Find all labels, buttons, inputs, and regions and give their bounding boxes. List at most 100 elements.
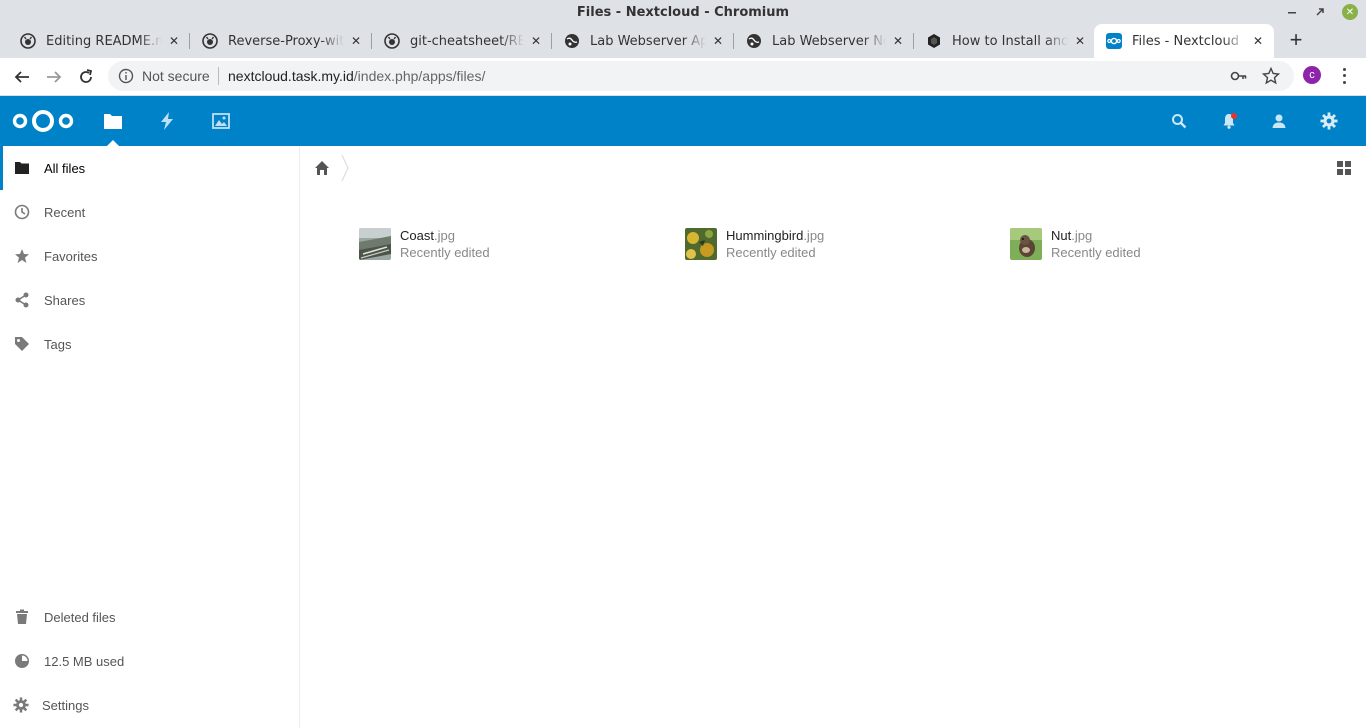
file-thumbnail: [1010, 228, 1042, 260]
tab-label: git-cheatsheet/README: [410, 33, 524, 49]
omnibox-divider: [218, 67, 219, 85]
url-text[interactable]: nextcloud.task.my.id/index.php/apps/file…: [228, 68, 485, 84]
folder-icon: [0, 146, 44, 190]
tab-close-icon[interactable]: ✕: [710, 33, 726, 49]
share-icon: [0, 278, 44, 322]
profile-avatar[interactable]: c: [1303, 66, 1321, 84]
recent-file-coast[interactable]: Coast.jpg Recently edited: [359, 228, 639, 262]
file-extension: .jpg: [433, 228, 455, 243]
maximize-icon[interactable]: [1312, 4, 1328, 20]
globe-icon: [564, 33, 580, 49]
notifications-icon[interactable]: [1204, 96, 1254, 146]
files-app-icon[interactable]: [86, 96, 140, 146]
sidebar-item-all-files[interactable]: All files: [0, 146, 299, 190]
recent-file-nut[interactable]: Nut.jpg Recently edited: [1010, 228, 1290, 262]
file-name: Coast.jpg: [400, 228, 455, 243]
notification-badge: [1231, 113, 1237, 119]
github-icon: [384, 33, 400, 49]
tab-label: Lab Webserver Apache: [590, 33, 706, 49]
sidebar-item-shares[interactable]: Shares: [0, 278, 299, 322]
pie-chart-icon: [0, 639, 44, 683]
back-icon[interactable]: [10, 65, 34, 89]
file-basename: Hummingbird: [726, 228, 804, 243]
tag-icon: [0, 322, 44, 366]
file-basename: Nut: [1051, 228, 1072, 243]
file-extension: .jpg: [803, 228, 825, 243]
new-tab-icon[interactable]: +: [1286, 29, 1306, 51]
bookmark-star-icon[interactable]: [1261, 66, 1281, 85]
window-close-icon[interactable]: ✕: [1342, 4, 1358, 20]
sidebar-item-label: Settings: [42, 697, 89, 713]
tab-editing-readme[interactable]: Editing README.md ✕: [8, 24, 190, 58]
sidebar-item-label: Shares: [44, 292, 86, 308]
browser-menu-icon[interactable]: [1336, 66, 1352, 86]
url-path: /index.php/apps/files/: [353, 68, 486, 84]
recent-file-hummingbird[interactable]: Hummingbird.jpg Recently edited: [685, 228, 965, 262]
tab-files-nextcloud[interactable]: Files - Nextcloud ✕: [1094, 24, 1274, 58]
hexagon-icon: [926, 33, 942, 49]
sidebar-item-deleted-files[interactable]: Deleted files: [0, 595, 299, 639]
tab-close-icon[interactable]: ✕: [1072, 33, 1088, 49]
tab-label: Reverse-Proxy-with-: [228, 33, 344, 49]
window-title: Files - Nextcloud - Chromium: [576, 5, 790, 20]
sidebar-item-favorites[interactable]: Favorites: [0, 234, 299, 278]
sidebar-item-label: Recent: [44, 204, 86, 220]
file-thumbnail: [359, 228, 391, 260]
security-status[interactable]: Not secure: [142, 68, 210, 84]
sidebar-settings[interactable]: Settings: [0, 683, 299, 727]
tab-how-to-install[interactable]: How to Install and C ✕: [914, 24, 1096, 58]
window-titlebar: Files - Nextcloud - Chromium ✕: [0, 0, 1366, 26]
nextcloud-icon: [1106, 33, 1122, 49]
key-icon[interactable]: [1230, 68, 1248, 84]
forward-icon[interactable]: [42, 65, 66, 89]
activity-app-icon[interactable]: [140, 96, 194, 146]
file-name: Nut.jpg: [1051, 228, 1092, 243]
browser-toolbar: Not secure nextcloud.task.my.id/index.ph…: [0, 58, 1366, 96]
gallery-app-icon[interactable]: [194, 96, 248, 146]
tab-git-cheatsheet[interactable]: git-cheatsheet/README ✕: [372, 24, 552, 58]
breadcrumb-chevron-icon: [340, 154, 350, 182]
sidebar-item-label: All files: [44, 160, 86, 176]
contacts-icon[interactable]: [1254, 96, 1304, 146]
file-extension: .jpg: [1071, 228, 1093, 243]
tab-close-icon[interactable]: ✕: [528, 33, 544, 49]
tab-strip: Editing README.md ✕ Reverse-Proxy-with- …: [0, 24, 1366, 58]
tab-lab-webserver-nginx[interactable]: Lab Webserver Nginx ✕: [734, 24, 914, 58]
file-basename: Coast: [400, 228, 434, 243]
tab-reverse-proxy[interactable]: Reverse-Proxy-with- ✕: [190, 24, 372, 58]
tab-close-icon[interactable]: ✕: [1250, 33, 1266, 49]
grid-view-icon[interactable]: [1336, 160, 1352, 176]
file-meta: Recently edited: [726, 245, 816, 260]
search-icon[interactable]: [1154, 96, 1204, 146]
tab-close-icon[interactable]: ✕: [348, 33, 364, 49]
quota-text: 12.5 MB used: [44, 653, 125, 669]
trash-icon: [0, 595, 44, 639]
sidebar-quota[interactable]: 12.5 MB used: [0, 639, 299, 683]
tab-label: How to Install and C: [952, 33, 1068, 49]
file-meta: Recently edited: [400, 245, 490, 260]
settings-gear-icon[interactable]: [1304, 96, 1354, 146]
sidebar-item-label: Tags: [44, 336, 72, 352]
github-icon: [202, 33, 218, 49]
nextcloud-header: [0, 96, 1366, 146]
minimize-icon[interactable]: [1284, 4, 1300, 20]
tab-close-icon[interactable]: ✕: [166, 33, 182, 49]
tab-close-icon[interactable]: ✕: [890, 33, 906, 49]
info-icon[interactable]: [118, 68, 134, 84]
sidebar-item-recent[interactable]: Recent: [0, 190, 299, 234]
tab-label: Lab Webserver Nginx: [772, 33, 886, 49]
settings-icon: [0, 683, 42, 727]
files-main-content: Coast.jpg Recently edited Hummingbird.jp…: [300, 146, 1366, 728]
tab-label: Editing README.md: [46, 33, 162, 49]
home-icon[interactable]: [314, 160, 330, 176]
star-icon: [0, 234, 44, 278]
sidebar-item-label: Favorites: [44, 248, 98, 264]
tab-lab-webserver-apache[interactable]: Lab Webserver Apache ✕: [552, 24, 734, 58]
reload-icon[interactable]: [74, 65, 98, 89]
address-bar[interactable]: Not secure nextcloud.task.my.id/index.ph…: [108, 61, 1294, 91]
sidebar-item-label: Deleted files: [44, 609, 116, 625]
clock-icon: [0, 190, 44, 234]
nextcloud-logo[interactable]: [12, 107, 74, 135]
file-name: Hummingbird.jpg: [726, 228, 824, 243]
sidebar-item-tags[interactable]: Tags: [0, 322, 299, 366]
